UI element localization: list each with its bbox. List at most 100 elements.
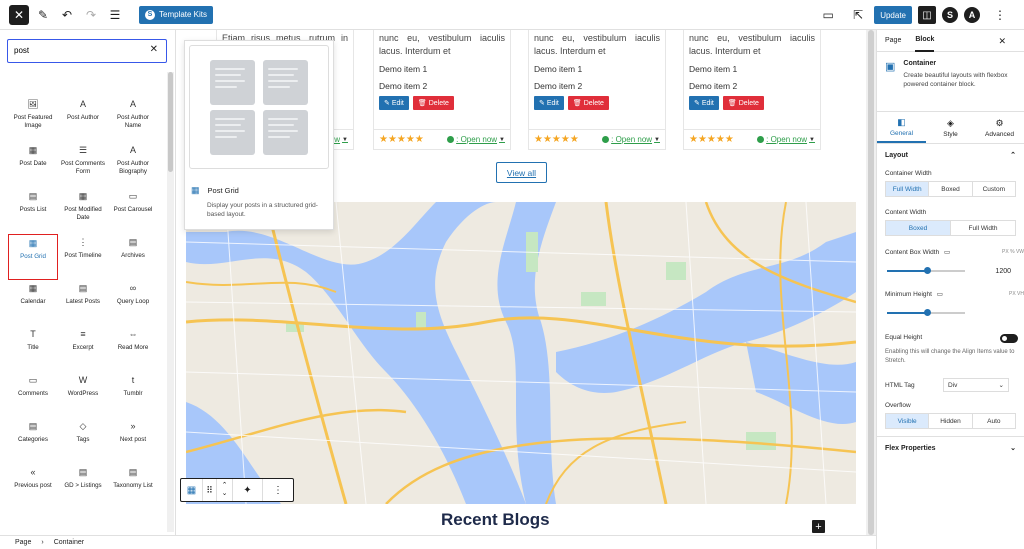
block-icon: ▦ xyxy=(28,238,38,248)
undo-icon[interactable]: ↶ xyxy=(57,5,77,25)
breadcrumb-page[interactable]: Page xyxy=(15,539,31,546)
block-item[interactable]: W WordPress xyxy=(58,372,108,418)
options-icon[interactable]: ⋮ xyxy=(263,479,293,501)
more-options-icon[interactable]: ⋮ xyxy=(990,5,1010,25)
block-item[interactable]: ▭ Comments xyxy=(8,372,58,418)
delete-label: Delete xyxy=(583,99,604,107)
block-label: Post Timeline xyxy=(64,252,102,259)
equal-height-toggle[interactable] xyxy=(1000,334,1018,343)
content-box-width-label: Content Box Width xyxy=(885,249,940,256)
open-now-link[interactable]: : Open now▼ xyxy=(757,135,815,144)
open-now-link[interactable]: : Open now▼ xyxy=(602,135,660,144)
redo-icon[interactable]: ↷ xyxy=(81,5,101,25)
view-all-button[interactable]: View all xyxy=(496,162,547,183)
layout-section-header[interactable]: Layout ⌃ xyxy=(877,144,1024,166)
tab-style[interactable]: ◈ Style xyxy=(926,112,975,143)
edit-button[interactable]: ✎ Edit xyxy=(379,96,409,110)
edit-button[interactable]: ✎ Edit xyxy=(689,96,719,110)
canvas-content: Etiam risus metus, rutrum in iaculis Dem… xyxy=(176,30,866,535)
content-box-width-slider[interactable]: 1200 xyxy=(877,264,1024,278)
block-item[interactable]: ▤ GD > Listings xyxy=(58,464,108,510)
spectra-icon[interactable]: S xyxy=(942,7,958,23)
block-item[interactable]: ∞ Query Loop xyxy=(108,280,158,326)
html-tag-select[interactable]: Div ⌄ xyxy=(943,378,1009,392)
block-item[interactable]: A Post Author xyxy=(58,96,108,142)
min-height-unit-selector[interactable]: PX VH xyxy=(1009,291,1024,297)
block-item[interactable]: ▤ Archives xyxy=(108,234,158,280)
block-type-icon[interactable]: ▦ xyxy=(181,479,203,501)
block-item[interactable]: ▦ Calendar xyxy=(8,280,58,326)
canvas-scrollbar[interactable] xyxy=(866,30,876,535)
block-item[interactable]: T Title xyxy=(8,326,58,372)
clear-search-icon[interactable]: ✕ xyxy=(150,44,158,55)
layout-title: Layout xyxy=(885,151,908,159)
delete-button[interactable]: 🗑 Delete xyxy=(567,96,609,110)
overflow-hidden[interactable]: Hidden xyxy=(929,414,973,428)
block-item[interactable]: 🖼 Post Featured Image xyxy=(8,96,58,142)
close-icon[interactable]: ✕ xyxy=(998,36,1006,47)
add-block-icon[interactable]: + xyxy=(812,520,825,533)
block-item[interactable]: ▭ Post Carousel xyxy=(108,188,158,234)
template-kits-button[interactable]: S Template Kits xyxy=(139,5,214,24)
block-item[interactable]: ▦ Post Modified Date xyxy=(58,188,108,234)
block-label: Posts List xyxy=(19,206,47,213)
close-icon[interactable]: ✕ xyxy=(9,4,29,25)
overflow-visible[interactable]: Visible xyxy=(886,414,930,428)
edit-button[interactable]: ✎ Edit xyxy=(534,96,564,110)
delete-button[interactable]: 🗑 Delete xyxy=(412,96,454,110)
block-item[interactable]: « Previous post xyxy=(8,464,58,510)
block-item[interactable]: » Next post xyxy=(108,418,158,464)
block-item[interactable]: ▤ Latest Posts xyxy=(58,280,108,326)
block-item[interactable]: ▤ Posts List xyxy=(8,188,58,234)
min-height-slider[interactable] xyxy=(877,306,1024,320)
unit-selector[interactable]: PX % VW xyxy=(1002,249,1024,255)
astra-icon[interactable]: A xyxy=(964,7,980,23)
block-item[interactable]: ⇔ Read More xyxy=(108,326,158,372)
block-item[interactable]: A Post Author Name xyxy=(108,96,158,142)
container-width-custom[interactable]: Custom xyxy=(973,182,1015,196)
caret-down-icon: ▼ xyxy=(654,136,660,143)
block-item[interactable]: ⋮ Post Timeline xyxy=(58,234,108,280)
block-item[interactable]: A Post Author Biography xyxy=(108,142,158,188)
content-width-boxed[interactable]: Boxed xyxy=(886,221,951,235)
search-input[interactable] xyxy=(14,40,144,61)
block-item[interactable]: ≡ Excerpt xyxy=(58,326,108,372)
block-item[interactable]: ◇ Tags xyxy=(58,418,108,464)
external-link-icon[interactable]: ⇱ xyxy=(848,5,868,25)
overflow-auto[interactable]: Auto xyxy=(973,414,1015,428)
flex-properties-title: Flex Properties xyxy=(885,444,936,452)
breadcrumb-container[interactable]: Container xyxy=(54,539,84,546)
overflow-options: Visible Hidden Auto xyxy=(885,413,1016,429)
block-item[interactable]: ☰ Post Comments Form xyxy=(58,142,108,188)
delete-button[interactable]: 🗑 Delete xyxy=(722,96,764,110)
open-now-link[interactable]: : Open now▼ xyxy=(447,135,505,144)
map-block[interactable] xyxy=(186,202,856,504)
container-width-full[interactable]: Full Width xyxy=(886,182,930,196)
content-width-full[interactable]: Full Width xyxy=(951,221,1015,235)
update-button[interactable]: Update xyxy=(874,6,912,24)
style-icon: ◈ xyxy=(947,117,954,128)
tab-page[interactable]: Page xyxy=(885,30,901,52)
pencil-icon[interactable]: ✎ xyxy=(33,5,53,25)
content-box-width-value[interactable]: 1200 xyxy=(981,264,1011,278)
drag-handle-icon[interactable]: ⠿ xyxy=(203,479,217,501)
settings-panel-icon[interactable]: ◫ xyxy=(918,6,936,24)
inserter-scrollbar[interactable] xyxy=(167,72,174,532)
block-icon: ∞ xyxy=(129,283,137,293)
block-inserter-panel: ✕ 🖼 Post Featured Image A Post Author A Post … xyxy=(0,30,176,535)
block-item[interactable]: t Tumblr xyxy=(108,372,158,418)
card-item: Demo item 2 xyxy=(689,80,738,91)
flex-properties-header[interactable]: Flex Properties ⌄ xyxy=(877,437,1024,459)
block-item[interactable]: ▤ Taxonomy List xyxy=(108,464,158,510)
tab-advanced[interactable]: ⚙ Advanced xyxy=(975,112,1024,143)
desktop-preview-icon[interactable]: ▭ xyxy=(818,5,838,25)
block-item[interactable]: ▦ Post Date xyxy=(8,142,58,188)
tab-block[interactable]: Block xyxy=(915,30,935,52)
container-width-boxed[interactable]: Boxed xyxy=(929,182,973,196)
block-item[interactable]: ▤ Categories xyxy=(8,418,58,464)
list-view-icon[interactable]: ☰ xyxy=(105,5,125,25)
pin-icon[interactable]: ✦ xyxy=(233,479,263,501)
tab-general[interactable]: ◧ General xyxy=(877,112,926,143)
block-item[interactable]: ▦ Post Grid xyxy=(8,234,58,280)
move-up-down-icon[interactable]: ⌃ ⌄ xyxy=(217,479,233,501)
